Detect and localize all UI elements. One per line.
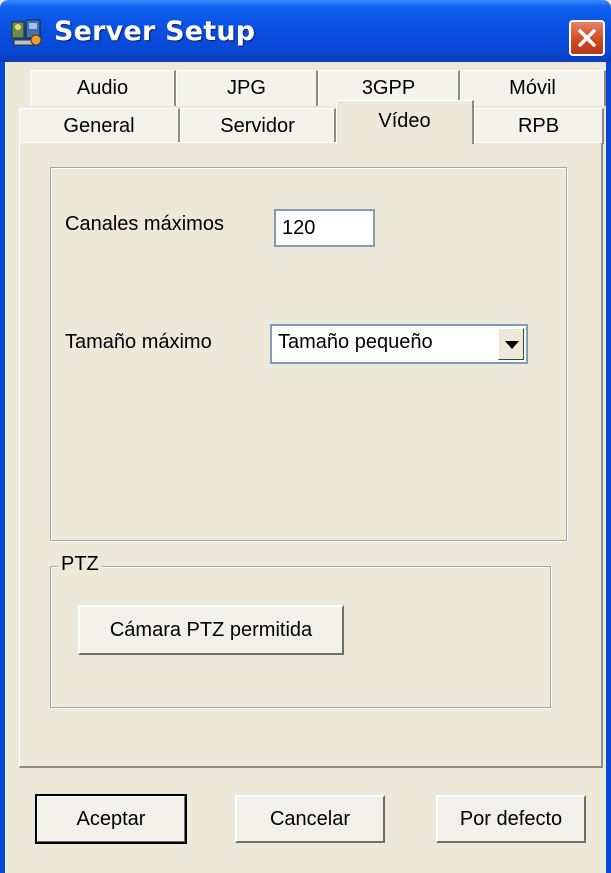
video-tab-panel: Canales máximos 120 Tamaño máximo Tamaño… <box>19 142 603 768</box>
max-size-select[interactable]: Tamaño pequeño <box>270 324 528 364</box>
accept-button[interactable]: Aceptar <box>35 794 187 844</box>
title-bar[interactable]: Server Setup <box>0 0 611 62</box>
window-title: Server Setup <box>54 16 256 47</box>
defaults-button[interactable]: Por defecto <box>436 795 586 843</box>
max-size-selected-value: Tamaño pequeño <box>278 331 433 353</box>
tab-servidor[interactable]: Servidor <box>180 108 336 144</box>
close-button[interactable] <box>569 20 605 56</box>
server-setup-dialog: Server Setup Audio JPG 3GPP Móvil Genera… <box>0 0 611 873</box>
tab-jpg[interactable]: JPG <box>176 70 318 106</box>
max-channels-label: Canales máximos <box>65 213 224 235</box>
tab-movil[interactable]: Móvil <box>460 70 606 106</box>
max-size-label: Tamaño máximo <box>65 331 212 353</box>
tab-general[interactable]: General <box>19 108 180 144</box>
dropdown-arrow-button[interactable] <box>498 328 524 360</box>
tab-audio[interactable]: Audio <box>30 70 176 106</box>
chevron-down-icon <box>505 341 519 349</box>
ptz-group-label: PTZ <box>58 553 102 576</box>
tab-video[interactable]: Vídeo <box>336 100 474 144</box>
close-icon <box>578 29 596 47</box>
ptz-enable-button[interactable]: Cámara PTZ permitida <box>78 605 344 655</box>
window-border-right <box>606 62 611 873</box>
cancel-button[interactable]: Cancelar <box>235 795 385 843</box>
server-setup-app-icon <box>11 19 42 46</box>
tab-rpb[interactable]: RPB <box>474 108 604 144</box>
max-channels-input[interactable]: 120 <box>274 209 375 247</box>
window-border-left <box>0 62 5 873</box>
